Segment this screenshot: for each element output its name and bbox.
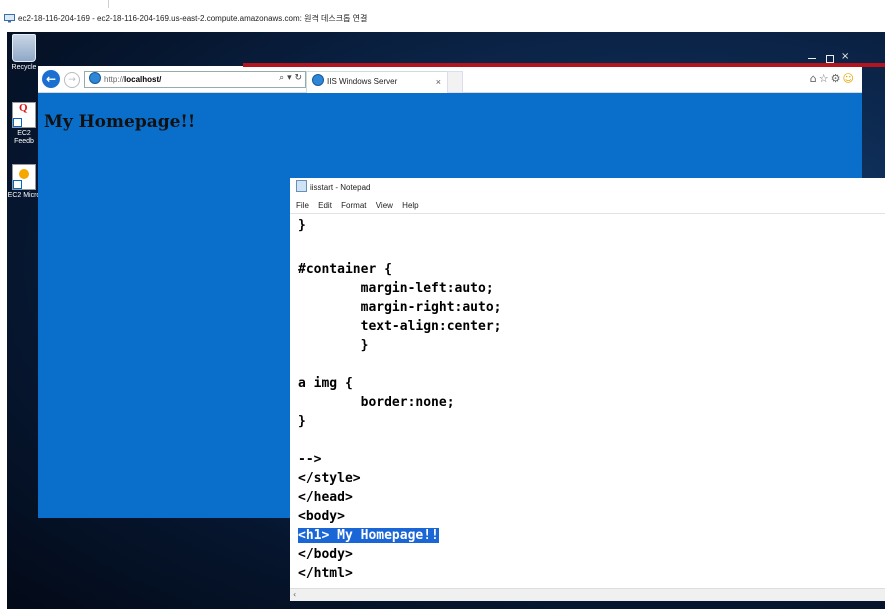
ie-logo-icon [89, 72, 101, 84]
titlebar-separator [108, 0, 109, 8]
settings-gear-icon[interactable]: ⚙ [831, 72, 843, 85]
code-line: a img { [298, 376, 353, 391]
ec2-feedback-icon: Q [12, 102, 36, 128]
code-line: } [298, 218, 306, 233]
url-scheme: http:// [104, 75, 125, 84]
notepad-menu-bar: File Edit Format View Help [290, 198, 885, 214]
text-selection[interactable]: <h1> My Homepage!! [298, 528, 439, 543]
recycle-bin-icon [12, 34, 36, 62]
ie-tab-favicon-icon [312, 74, 324, 86]
menu-edit[interactable]: Edit [318, 201, 332, 210]
page-heading: My Homepage!! [44, 112, 196, 132]
menu-help[interactable]: Help [402, 201, 418, 210]
notepad-title: iisstart - Notepad [310, 183, 371, 192]
rdp-window-title: ec2-18-116-204-169 - ec2-18-116-204-169.… [18, 14, 368, 23]
red-accent-bar [243, 63, 885, 67]
ie-toolbar-icons: ⌂☆⚙☺ [810, 72, 856, 86]
code-line: <body> [298, 509, 345, 524]
code-line: } [298, 414, 306, 429]
notepad-horizontal-scrollbar[interactable]: ‹ [290, 588, 885, 601]
ie-maximize-button[interactable] [826, 55, 834, 63]
code-line: margin-left:auto; [298, 281, 494, 296]
home-icon[interactable]: ⌂ [810, 72, 819, 85]
rdp-titlebar: ec2-18-116-204-169 - ec2-18-116-204-169.… [0, 0, 885, 32]
forward-button[interactable]: → [64, 72, 80, 88]
menu-format[interactable]: Format [341, 201, 366, 210]
url-host: localhost/ [124, 75, 162, 84]
notepad-icon [296, 180, 307, 192]
desktop-icon-ec2-microsoft[interactable]: EC2 Micro [7, 164, 41, 200]
code-line: margin-right:auto; [298, 300, 502, 315]
notepad-window: iisstart - Notepad File Edit Format View… [290, 178, 885, 601]
code-line: </html> [298, 566, 353, 581]
tab-close-icon[interactable]: × [436, 72, 441, 92]
desktop-icon-recycle-bin[interactable]: Recycle [7, 34, 41, 72]
menu-view[interactable]: View [376, 201, 393, 210]
forward-arrow-icon: → [68, 75, 76, 85]
back-button[interactable]: ← [42, 70, 60, 88]
desktop-icon-ec2-feedback[interactable]: Q EC2 Feedb [7, 102, 41, 146]
selected-code-line: <h1> My Homepage!! [298, 528, 439, 543]
desktop-icon-label: EC2 Micro [7, 192, 41, 199]
tab-iis-windows-server[interactable]: IIS Windows Server × [306, 71, 448, 93]
tab-title: IIS Windows Server [327, 77, 398, 86]
back-arrow-icon: ← [45, 72, 57, 86]
code-line: </style> [298, 471, 361, 486]
code-line: </head> [298, 490, 353, 505]
new-tab-button[interactable] [447, 71, 463, 93]
code-line: </body> [298, 547, 353, 562]
desktop-icon-label: EC2 Feedb [14, 130, 34, 145]
ie-navigation-bar: ← → http://localhost/ ⌕ ▾ ↻ IIS Windows … [38, 66, 862, 93]
notepad-titlebar: iisstart - Notepad [290, 178, 885, 198]
code-line: } [298, 338, 369, 353]
ie-minimize-button[interactable] [808, 58, 816, 59]
remote-desktop-icon [4, 14, 15, 23]
desktop-icon-label: Recycle [11, 64, 37, 71]
smiley-feedback-icon[interactable]: ☺ [843, 72, 856, 85]
address-tools[interactable]: ⌕ ▾ ↻ [270, 71, 304, 86]
menu-file[interactable]: File [296, 201, 309, 210]
ec2-microsoft-icon [12, 164, 36, 190]
code-line: text-align:center; [298, 319, 502, 334]
ie-close-button[interactable]: × [841, 51, 849, 62]
favorites-star-icon[interactable]: ☆ [819, 72, 831, 85]
code-line: border:none; [298, 395, 455, 410]
code-line: #container { [298, 262, 392, 277]
code-line: --> [298, 452, 322, 467]
scroll-left-arrow-icon[interactable]: ‹ [293, 589, 296, 601]
notepad-text-area[interactable]: } #container { margin-left:auto; margin-… [290, 214, 885, 588]
